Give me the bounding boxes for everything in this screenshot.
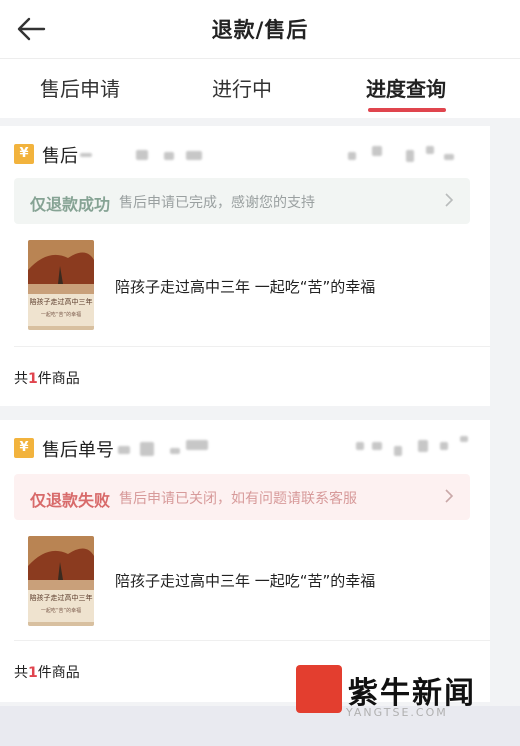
status-title: 仅退款成功 (30, 195, 111, 214)
count-suffix: 件商品 (37, 371, 80, 387)
header-bar: 退款/售后 (0, 0, 520, 58)
page-title: 退款/售后 (211, 18, 309, 42)
chevron-right-icon (445, 489, 454, 503)
card-header: ¥ 售后单号 (14, 436, 484, 462)
product-title[interactable]: 陪孩子走过高中三年 一起吃“苦”的幸福 (115, 276, 375, 297)
yen-icon: ¥ (14, 144, 34, 164)
divider (14, 640, 490, 641)
redacted-order-number (186, 440, 208, 450)
card-header: ¥ 售后 (14, 142, 484, 168)
product-title[interactable]: 陪孩子走过高中三年 一起吃“苦”的幸福 (115, 570, 375, 591)
count-prefix: 共 (14, 371, 28, 387)
redacted-order-number (186, 151, 202, 160)
status-description: 售后申请已完成，感谢您的支持 (119, 195, 315, 211)
status-title: 仅退款失败 (30, 491, 111, 510)
after-sale-card: ¥ 售后单号 仅退款失败 售后申请已关闭，如有问题请联系客服 陪孩子走过高中三年… (0, 420, 490, 702)
redacted-order-number (170, 448, 180, 454)
count-number: 1 (28, 665, 38, 681)
active-tab-indicator (368, 108, 446, 112)
refund-status-failed[interactable]: 仅退款失败 售后申请已关闭，如有问题请联系客服 (14, 474, 470, 520)
tab-bar: 售后申请 进行中 进度查询 (0, 58, 520, 118)
redacted-timestamp (460, 436, 468, 442)
redacted-timestamp (372, 146, 382, 156)
redacted-timestamp (356, 442, 364, 450)
yen-icon: ¥ (14, 438, 34, 458)
redacted-timestamp (372, 442, 382, 450)
redacted-timestamp (418, 440, 428, 452)
page: 退款/售后 售后申请 进行中 进度查询 ¥ 售后 仅退款成功 售后申请已完成，感… (0, 0, 520, 746)
refund-status-success[interactable]: 仅退款成功 售后申请已完成，感谢您的支持 (14, 178, 470, 224)
item-count: 共1件商品 (14, 368, 80, 388)
item-count: 共1件商品 (14, 662, 80, 682)
book-cover-subtitle: 一起吃“苦”的幸福 (41, 607, 81, 614)
redacted-order-number (80, 153, 92, 157)
after-sale-card: ¥ 售后 仅退款成功 售后申请已完成，感谢您的支持 陪孩子走过高中三年 一起吃“… (0, 126, 490, 406)
redacted-timestamp (444, 154, 454, 160)
count-number: 1 (28, 371, 38, 387)
watermark-logo (296, 665, 342, 713)
book-cover-image: 陪孩子走过高中三年 一起吃“苦”的幸福 (28, 536, 94, 626)
order-label: 售后 (42, 146, 78, 167)
redacted-order-number (140, 442, 154, 456)
redacted-timestamp (406, 150, 414, 162)
chevron-right-icon (445, 193, 454, 207)
count-suffix: 件商品 (37, 665, 80, 681)
tab-after-sale-apply[interactable]: 售后申请 (40, 73, 120, 102)
redacted-order-number (136, 150, 148, 160)
tab-progress-query[interactable]: 进度查询 (366, 73, 446, 102)
book-cover-image: 陪孩子走过高中三年 一起吃“苦”的幸福 (28, 240, 94, 330)
book-cover-subtitle: 一起吃“苦”的幸福 (41, 311, 81, 318)
watermark-subtext: YANGTSE.COM (346, 706, 448, 719)
divider (14, 346, 490, 347)
redacted-timestamp (426, 146, 434, 154)
redacted-timestamp (440, 442, 448, 450)
book-cover-title: 陪孩子走过高中三年 (30, 593, 93, 602)
status-description: 售后申请已关闭，如有问题请联系客服 (119, 491, 357, 507)
book-cover-title: 陪孩子走过高中三年 (30, 297, 93, 306)
count-prefix: 共 (14, 665, 28, 681)
redacted-timestamp (394, 446, 402, 456)
tab-in-progress[interactable]: 进行中 (212, 73, 272, 102)
redacted-order-number (164, 152, 174, 160)
redacted-timestamp (348, 152, 356, 160)
order-label: 售后单号 (42, 440, 114, 461)
redacted-order-number (118, 446, 130, 454)
